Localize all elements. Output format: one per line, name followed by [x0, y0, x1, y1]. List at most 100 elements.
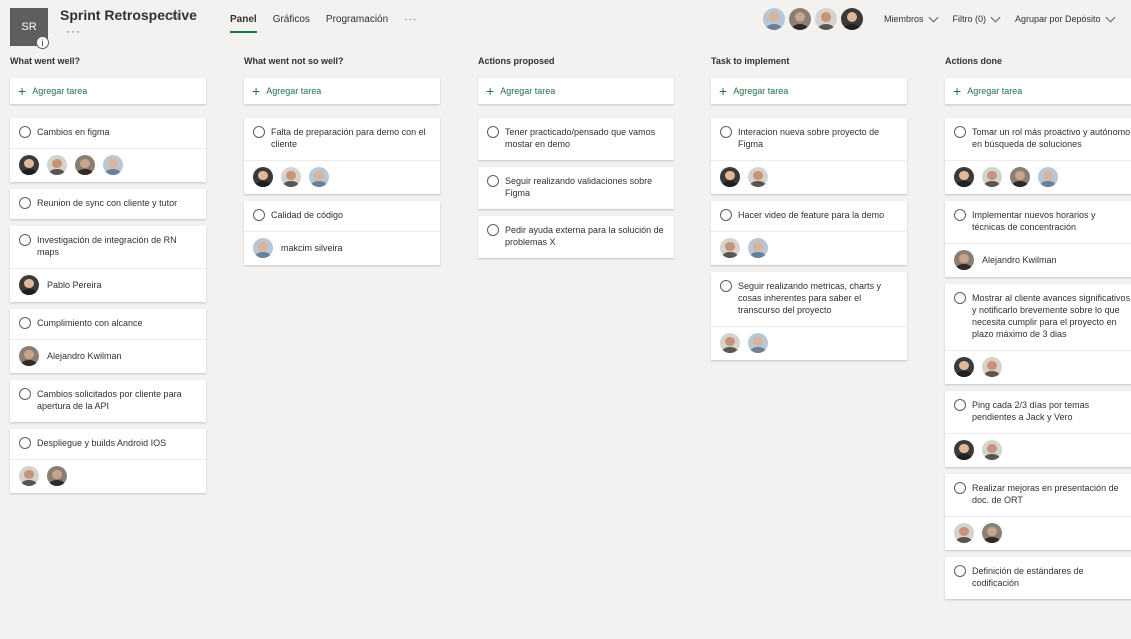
member-avatar[interactable] [763, 8, 785, 30]
tab-panel[interactable]: Panel [230, 14, 257, 33]
avatar[interactable] [982, 523, 1002, 543]
avatar[interactable] [954, 523, 974, 543]
task-assignees: Pablo Pereira [10, 268, 206, 302]
task-card[interactable]: Seguir realizando validaciones sobre Fig… [478, 167, 674, 209]
avatar[interactable] [748, 333, 768, 353]
avatar[interactable] [982, 440, 1002, 460]
bucket-title[interactable]: Task to implement [711, 56, 907, 70]
group-by-dropdown[interactable]: Agrupar por Depósito [1015, 12, 1116, 24]
avatar[interactable] [19, 346, 39, 366]
add-task-button[interactable]: + Agregar tarea [244, 78, 440, 104]
task-card[interactable]: Mostrar al cliente avances significativo… [945, 284, 1131, 384]
tab-graficos[interactable]: Gráficos [273, 14, 310, 25]
favorite-star-icon[interactable]: ☆ [169, 6, 182, 23]
avatar[interactable] [253, 167, 273, 187]
complete-task-checkbox[interactable] [954, 209, 966, 221]
add-task-button[interactable]: + Agregar tarea [478, 78, 674, 104]
avatar[interactable] [19, 155, 39, 175]
avatar[interactable] [748, 167, 768, 187]
task-card[interactable]: Hacer video de feature para la demo [711, 201, 907, 265]
avatar[interactable] [954, 250, 974, 270]
task-card[interactable]: Cambios en figma [10, 118, 206, 182]
complete-task-checkbox[interactable] [19, 234, 31, 246]
complete-task-checkbox[interactable] [487, 224, 499, 236]
avatar[interactable] [47, 155, 67, 175]
complete-task-checkbox[interactable] [19, 317, 31, 329]
complete-task-checkbox[interactable] [954, 565, 966, 577]
avatar[interactable] [253, 238, 273, 258]
avatar[interactable] [103, 155, 123, 175]
complete-task-checkbox[interactable] [720, 126, 732, 138]
task-card[interactable]: Tomar un rol más proactivo y autónomo en… [945, 118, 1131, 194]
complete-task-checkbox[interactable] [954, 126, 966, 138]
tab-programacion[interactable]: Programación [326, 14, 388, 25]
task-card[interactable]: Implementar nuevos horarios y técnicas d… [945, 201, 1131, 277]
task-title: Ping cada 2/3 días por temas pendientes … [972, 400, 1090, 422]
avatar[interactable] [19, 466, 39, 486]
add-task-button[interactable]: + Agregar tarea [945, 78, 1131, 104]
task-title: Realizar mejoras en presentación de doc.… [972, 483, 1119, 505]
task-card[interactable]: Investigación de integración de RN maps … [10, 226, 206, 302]
task-card[interactable]: Interacion nueva sobre proyecto de Figma [711, 118, 907, 194]
complete-task-checkbox[interactable] [954, 292, 966, 304]
members-dropdown[interactable]: Miembros [884, 12, 939, 24]
complete-task-checkbox[interactable] [954, 399, 966, 411]
task-card[interactable]: Falta de preparación para demo con el cl… [244, 118, 440, 194]
bucket-title[interactable]: Actions proposed [478, 56, 674, 70]
complete-task-checkbox[interactable] [253, 126, 265, 138]
avatar[interactable] [720, 333, 740, 353]
bucket-title[interactable]: What went not so well? [244, 56, 440, 70]
complete-task-checkbox[interactable] [720, 209, 732, 221]
avatar[interactable] [309, 167, 329, 187]
avatar[interactable] [748, 238, 768, 258]
task-card[interactable]: Ping cada 2/3 días por temas pendientes … [945, 391, 1131, 467]
avatar[interactable] [982, 167, 1002, 187]
task-card[interactable]: Reunion de sync con cliente y tutor [10, 189, 206, 219]
member-avatar[interactable] [789, 8, 811, 30]
filter-dropdown[interactable]: Filtro (0) [953, 12, 1002, 24]
task-card[interactable]: Seguir realizando metricas, charts y cos… [711, 272, 907, 360]
plan-more-options-icon[interactable]: ··· [66, 24, 81, 38]
bucket-title[interactable]: Actions done [945, 56, 1131, 70]
info-icon[interactable]: i [36, 36, 49, 49]
task-card[interactable]: Tener practicado/pensado que vamos mosta… [478, 118, 674, 160]
complete-task-checkbox[interactable] [19, 388, 31, 400]
task-card-header: Reunion de sync con cliente y tutor [10, 189, 206, 219]
task-card[interactable]: Cambios solicitados por cliente para ape… [10, 380, 206, 422]
avatar[interactable] [954, 167, 974, 187]
avatar[interactable] [982, 357, 1002, 377]
complete-task-checkbox[interactable] [720, 280, 732, 292]
complete-task-checkbox[interactable] [954, 482, 966, 494]
avatar[interactable] [720, 167, 740, 187]
task-card[interactable]: Cumplimiento con alcance Alejandro Kwilm… [10, 309, 206, 373]
bucket-title[interactable]: What went well? [10, 56, 206, 70]
complete-task-checkbox[interactable] [19, 126, 31, 138]
add-task-button[interactable]: + Agregar tarea [711, 78, 907, 104]
task-card[interactable]: Definición de estándares de codificación [945, 557, 1131, 599]
complete-task-checkbox[interactable] [253, 209, 265, 221]
avatar[interactable] [720, 238, 740, 258]
avatar[interactable] [1010, 167, 1030, 187]
task-card-header: Interacion nueva sobre proyecto de Figma [711, 118, 907, 160]
complete-task-checkbox[interactable] [19, 437, 31, 449]
avatar[interactable] [954, 357, 974, 377]
member-avatars[interactable] [763, 8, 863, 30]
avatar[interactable] [1038, 167, 1058, 187]
tabs-more-icon[interactable]: ··· [404, 14, 417, 25]
add-task-button[interactable]: + Agregar tarea [10, 78, 206, 104]
task-assignees: makcim silveira [244, 231, 440, 265]
avatar[interactable] [954, 440, 974, 460]
avatar[interactable] [19, 275, 39, 295]
avatar[interactable] [75, 155, 95, 175]
avatar[interactable] [281, 167, 301, 187]
member-avatar[interactable] [815, 8, 837, 30]
complete-task-checkbox[interactable] [487, 175, 499, 187]
task-card[interactable]: Pedir ayuda externa para la solución de … [478, 216, 674, 258]
member-avatar[interactable] [841, 8, 863, 30]
complete-task-checkbox[interactable] [19, 197, 31, 209]
task-card[interactable]: Realizar mejoras en presentación de doc.… [945, 474, 1131, 550]
task-card[interactable]: Despliegue y builds Android IOS [10, 429, 206, 493]
complete-task-checkbox[interactable] [487, 126, 499, 138]
task-card[interactable]: Calidad de código makcim silveira [244, 201, 440, 265]
avatar[interactable] [47, 466, 67, 486]
